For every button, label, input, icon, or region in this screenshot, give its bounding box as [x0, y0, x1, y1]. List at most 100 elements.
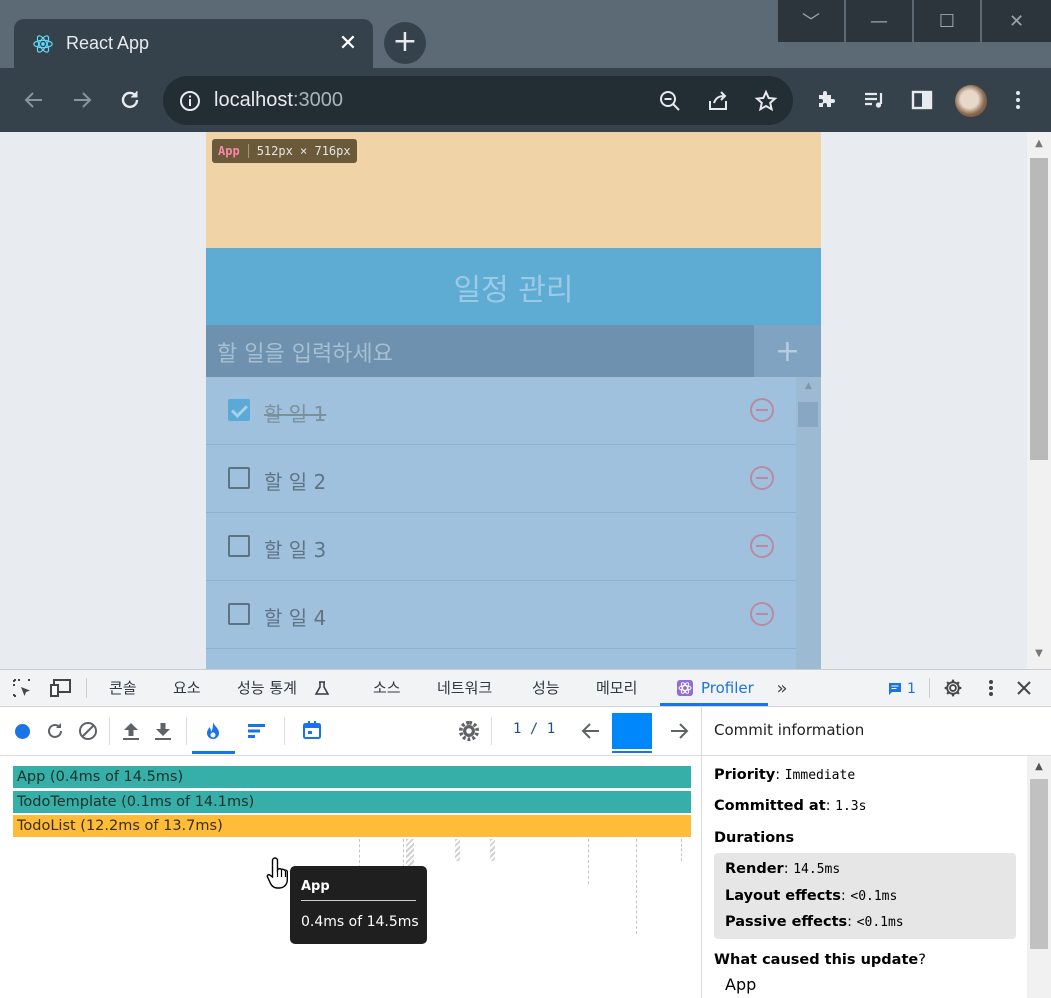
devtools-settings-icon[interactable] — [941, 676, 965, 700]
element-inspect-badge: App 512px × 716px — [212, 139, 357, 163]
scrollbar-thumb[interactable] — [798, 402, 818, 427]
tab-profiler[interactable]: Profiler — [660, 670, 768, 706]
devtools-tab-bar: 콘솔 요소 성능 통계 소스 네트워크 성능 메모리 Profiler » 1 — [0, 670, 1051, 707]
tab-search-button[interactable]: ﹀ — [777, 0, 844, 42]
issues-button[interactable]: 1 — [886, 679, 918, 699]
devtools-close-icon[interactable] — [1012, 676, 1036, 700]
address-bar[interactable]: localhost:3000 — [163, 76, 793, 125]
previous-commit-icon[interactable] — [580, 721, 602, 741]
record-icon[interactable] — [15, 724, 30, 739]
selected-commit-indicator — [612, 751, 652, 753]
close-window-button[interactable]: ✕ — [981, 0, 1051, 42]
remove-circle-icon[interactable] — [750, 534, 774, 558]
checkbox-icon[interactable] — [228, 535, 250, 557]
playlist-icon — [865, 92, 883, 108]
tab-performance-insights[interactable]: 성능 통계 — [237, 670, 297, 706]
remove-circle-icon[interactable] — [750, 602, 774, 626]
priority-value: Immediate — [784, 768, 856, 783]
scroll-up-icon[interactable]: ▲ — [796, 381, 821, 391]
passive-effects-row: Passive effects: <0.1ms — [725, 914, 904, 930]
more-tabs-icon[interactable]: » — [772, 678, 792, 699]
clear-icon[interactable] — [78, 721, 98, 741]
reload-button[interactable] — [114, 84, 146, 116]
tooltip-duration: 0.4ms of 14.5ms — [301, 914, 419, 930]
tab-memory[interactable]: 메모리 — [596, 670, 637, 706]
flame-bar-app[interactable]: App (0.4ms of 14.5ms) — [13, 766, 691, 788]
upload-icon[interactable] — [121, 720, 141, 742]
new-tab-button[interactable]: + — [384, 22, 426, 64]
toolbar-divider — [491, 717, 492, 745]
flame-child-bar[interactable] — [588, 839, 589, 884]
download-icon[interactable] — [153, 720, 173, 742]
add-todo-button[interactable]: + — [754, 325, 821, 377]
media-control-button[interactable] — [858, 84, 890, 116]
tooltip-divider — [301, 900, 416, 901]
flame-child-bar[interactable] — [681, 839, 682, 861]
zoom-out-icon[interactable] — [658, 89, 682, 113]
react-profiler-icon — [677, 680, 693, 696]
tab-sources[interactable]: 소스 — [373, 670, 401, 706]
profiler-toolbar: 1 / 1 — [0, 707, 701, 756]
issues-count: 1 — [907, 681, 916, 697]
tab-elements[interactable]: 요소 — [173, 670, 201, 706]
reload-and-profile-icon[interactable] — [45, 721, 65, 741]
scroll-up-icon[interactable]: ▲ — [1027, 138, 1051, 149]
profiler-settings-icon[interactable] — [458, 720, 480, 742]
scroll-down-icon[interactable]: ▼ — [1027, 648, 1051, 659]
next-commit-icon[interactable] — [668, 721, 690, 741]
react-logo-icon — [33, 34, 53, 53]
tab-close-icon[interactable]: ✕ — [337, 32, 359, 55]
side-panel-button[interactable] — [906, 84, 938, 116]
share-icon[interactable] — [706, 89, 730, 113]
tab-network[interactable]: 네트워크 — [437, 670, 492, 706]
minimize-button[interactable]: — — [845, 0, 912, 42]
todo-list-scrollbar[interactable]: ▲ — [796, 377, 821, 669]
devtools-menu-icon[interactable] — [980, 676, 1002, 700]
back-button[interactable] — [18, 84, 50, 116]
flame-bar-todotemplate[interactable]: TodoTemplate (0.1ms of 14.1ms) — [13, 791, 691, 813]
extensions-button[interactable] — [810, 84, 842, 116]
tab-console[interactable]: 콘솔 — [109, 670, 137, 706]
flame-child-bar[interactable] — [490, 839, 495, 861]
flame-child-bar[interactable] — [636, 839, 637, 934]
scrollbar-thumb[interactable] — [1030, 158, 1048, 460]
checkbox-icon[interactable] — [228, 603, 250, 625]
side-panel-icon — [911, 90, 933, 110]
tab-profiler-label: Profiler — [701, 679, 754, 697]
info-icon[interactable] — [178, 89, 202, 113]
remove-circle-icon[interactable] — [750, 398, 774, 422]
maximize-button[interactable]: ☐ — [913, 0, 980, 42]
commit-info-scrollbar[interactable]: ▲ — [1027, 756, 1051, 998]
todo-template: 일정 관리 할 일을 입력하세요 + 할 일 1 할 일 2 할 일 3 할 일… — [206, 248, 821, 669]
profile-avatar[interactable] — [955, 85, 987, 117]
flame-bar-todolist[interactable]: TodoList (12.2ms of 13.7ms) — [13, 815, 691, 837]
todo-text: 할 일 1 — [264, 402, 327, 426]
remove-circle-icon[interactable] — [750, 466, 774, 490]
checkbox-checked-icon[interactable] — [228, 399, 250, 421]
browser-tab[interactable]: React App ✕ — [14, 19, 373, 68]
flame-child-bar[interactable] — [455, 839, 460, 861]
checkbox-icon[interactable] — [228, 467, 250, 489]
forward-button[interactable] — [66, 84, 98, 116]
scrollbar-thumb[interactable] — [1030, 779, 1048, 949]
todo-input[interactable]: 할 일을 입력하세요 — [217, 336, 393, 368]
inspect-element-icon[interactable] — [10, 676, 34, 700]
browser-menu-button[interactable] — [1002, 84, 1034, 116]
bookmark-star-icon[interactable] — [754, 89, 778, 113]
todo-item: 할 일 4 — [206, 581, 796, 649]
render-duration-row: Render: 14.5ms — [725, 861, 841, 877]
page-scrollbar[interactable]: ▲ ▼ — [1027, 132, 1051, 669]
commit-counter: 1 / 1 — [513, 721, 556, 737]
page-viewport: App 512px × 716px 일정 관리 할 일을 입력하세요 + 할 일… — [0, 132, 1051, 669]
ranked-chart-icon[interactable] — [247, 723, 267, 739]
commit-bar[interactable] — [612, 713, 652, 749]
cause-component[interactable]: App — [725, 975, 756, 994]
scroll-up-icon[interactable]: ▲ — [1027, 761, 1051, 772]
arrow-right-icon — [74, 92, 92, 108]
device-toolbar-icon[interactable] — [48, 676, 74, 700]
timeline-calendar-icon[interactable] — [302, 720, 322, 740]
tooltip-component-name: App — [301, 879, 330, 894]
url-text[interactable]: localhost:3000 — [214, 89, 343, 112]
tab-performance[interactable]: 성능 — [532, 670, 560, 706]
flame-chart-icon[interactable] — [205, 721, 221, 741]
